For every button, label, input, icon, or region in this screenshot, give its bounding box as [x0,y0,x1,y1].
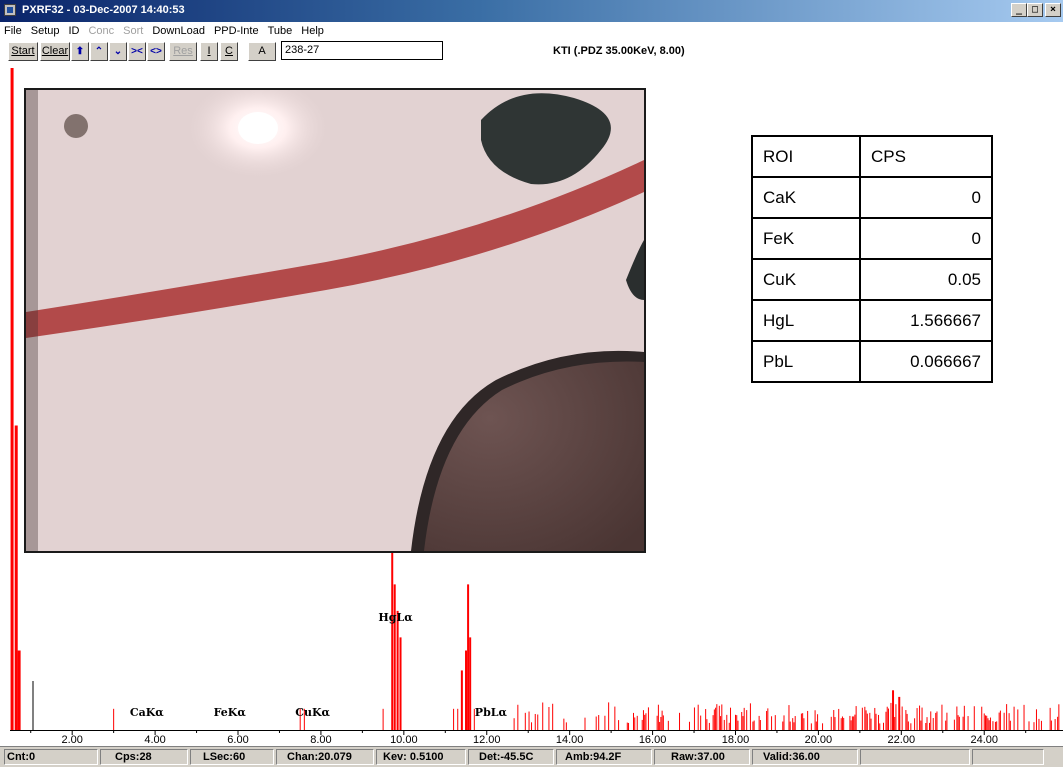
menu-bar: File Setup ID Conc Sort DownLoad PPD-Int… [0,22,1063,40]
roi-cps: 1.566667 [859,299,993,342]
menu-sort[interactable]: Sort [123,25,143,37]
c-button[interactable]: C [220,42,238,61]
peak-label: CaKα [130,706,164,719]
x-tick-label: 20.00 [805,734,833,746]
status-amb: Amb:94.2F [556,749,652,765]
x-tick-label: 8.00 [310,734,331,746]
menu-file[interactable]: File [4,25,22,37]
roi-name: CuK [751,258,861,301]
peak-label: FeKα [214,706,247,719]
menu-ppd-inte[interactable]: PPD-Inte [214,25,259,37]
roi-name: FeK [751,217,861,260]
i-button[interactable]: I [200,42,218,61]
status-raw: Raw:37.00 [654,749,750,765]
maximize-button[interactable]: □ [1027,3,1043,17]
table-row: PbL 0.066667 [751,340,993,383]
status-lsec: LSec:60 [190,749,274,765]
menu-setup[interactable]: Setup [31,25,60,37]
x-tick-label: 18.00 [722,734,750,746]
x-tick-label: 6.00 [227,734,248,746]
roi-name: PbL [751,340,861,383]
table-row: CaK 0 [751,176,993,219]
roi-cps: 0 [859,176,993,219]
x-tick-label: 12.00 [473,734,501,746]
res-button[interactable]: Res [169,42,197,61]
x-tick-label: 2.00 [61,734,82,746]
status-empty-1 [860,749,970,765]
x-tick-label: 22.00 [888,734,916,746]
header-roi: ROI [751,135,861,178]
chevron-up-icon[interactable]: ⌃ [90,42,108,61]
peak-label: HgLα [378,611,413,624]
x-tick-label: 14.00 [556,734,584,746]
status-cnt: Cnt:0 [4,749,98,765]
menu-conc[interactable]: Conc [88,25,114,37]
roi-name: CaK [751,176,861,219]
status-chan: Chan:20.079 [276,749,374,765]
window-controls: _ □ × [1011,3,1061,17]
roi-table: ROI CPS CaK 0 FeK 0 CuK 0.05 HgL 1.56666… [751,135,993,383]
header-cps: CPS [859,135,993,178]
clear-button[interactable]: Clear [40,42,70,61]
chevron-down-icon[interactable]: ⌄ [109,42,127,61]
compress-icon[interactable]: >< [128,42,146,61]
status-cps: Cps:28 [100,749,188,765]
status-empty-2 [972,749,1044,765]
x-tick-label: 10.00 [390,734,418,746]
expand-icon[interactable]: <> [147,42,165,61]
close-button[interactable]: × [1045,3,1061,17]
status-bar: Cnt:0 Cps:28 LSec:60 Chan:20.079 Kev: 0.… [0,746,1063,767]
table-row: FeK 0 [751,217,993,260]
sample-id-input[interactable]: 238-27 [281,41,443,60]
title-bar: PXRF32 - 03-Dec-2007 14:40:53 _ □ × [0,0,1063,22]
peak-label: PbLα [475,706,508,719]
menu-tube[interactable]: Tube [268,25,293,37]
a-button[interactable]: A [248,42,276,61]
camera-view [24,88,646,553]
x-tick-label: 24.00 [970,734,998,746]
peak-label: CuKα [295,706,330,719]
measurement-info: KTI (.PDZ 35.00KeV, 8.00) [553,45,685,57]
menu-help[interactable]: Help [301,25,324,37]
menu-id[interactable]: ID [68,25,79,37]
roi-cps: 0.066667 [859,340,993,383]
toolbar: Start Clear ⬆ ⌃ ⌄ >< <> Res I C A 238-27… [0,40,1063,62]
table-header-row: ROI CPS [751,135,993,178]
table-row: CuK 0.05 [751,258,993,301]
status-kev: Kev: 0.5100 [376,749,466,765]
sample-photo [26,90,644,551]
table-row: HgL 1.566667 [751,299,993,342]
status-det: Det:-45.5C [468,749,554,765]
minimize-button[interactable]: _ [1011,3,1027,17]
window-title: PXRF32 - 03-Dec-2007 14:40:53 [22,4,185,16]
roi-cps: 0 [859,217,993,260]
home-arrow-icon[interactable]: ⬆ [71,42,89,61]
status-valid: Valid:36.00 [752,749,858,765]
start-button[interactable]: Start [8,42,38,61]
app-icon[interactable] [4,4,16,16]
x-tick-label: 16.00 [639,734,667,746]
roi-name: HgL [751,299,861,342]
roi-cps: 0.05 [859,258,993,301]
menu-download[interactable]: DownLoad [152,25,205,37]
x-tick-label: 4.00 [144,734,165,746]
